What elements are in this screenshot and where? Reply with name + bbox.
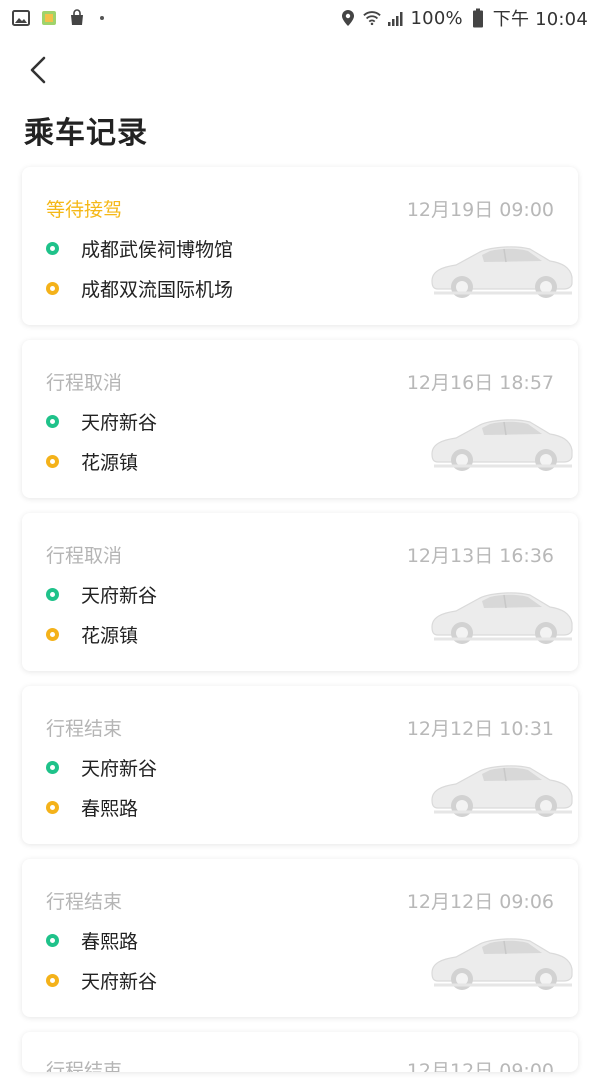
destination-label: 成都双流国际机场 — [81, 279, 234, 301]
ride-time: 12月12日 09:00 — [406, 1060, 554, 1072]
battery-percent: 100% — [410, 7, 463, 29]
car-icon — [431, 246, 573, 298]
ride-status: 行程结束 — [46, 1060, 123, 1072]
ride-card[interactable]: 行程结束 12月12日 09:06 春熙路 天府新谷 — [22, 859, 578, 1017]
car-icon — [431, 938, 573, 990]
status-bar-left — [12, 9, 104, 27]
origin-label: 成都武侯祠博物馆 — [81, 239, 234, 261]
destination-dot-icon — [46, 974, 59, 987]
origin-dot-icon — [46, 588, 59, 601]
destination-label: 天府新谷 — [81, 971, 158, 993]
ride-card[interactable]: 行程取消 12月16日 18:57 天府新谷 花源镇 — [22, 340, 578, 498]
destination-label: 春熙路 — [81, 798, 139, 820]
ride-status: 行程结束 — [46, 718, 123, 740]
chevron-left-icon — [30, 56, 46, 84]
signal-icon — [387, 9, 405, 27]
origin-label: 天府新谷 — [81, 585, 158, 607]
destination-dot-icon — [46, 801, 59, 814]
ride-card[interactable]: 行程取消 12月13日 16:36 天府新谷 花源镇 — [22, 513, 578, 671]
car-icon — [431, 765, 573, 817]
ride-time: 12月16日 18:57 — [406, 372, 554, 394]
ride-status: 行程取消 — [46, 545, 123, 567]
location-icon — [339, 9, 357, 27]
ride-time: 12月12日 10:31 — [406, 718, 554, 740]
destination-row: 春熙路 — [46, 794, 138, 821]
page-title: 乘车记录 — [24, 116, 148, 151]
wifi-icon — [362, 9, 381, 27]
destination-row: 花源镇 — [46, 448, 138, 475]
status-bar-right: 100% 下午 10:04 — [339, 5, 588, 31]
origin-label: 春熙路 — [81, 931, 139, 953]
origin-label: 天府新谷 — [81, 758, 158, 780]
origin-row: 春熙路 — [46, 927, 138, 954]
ride-card[interactable]: 等待接驾 12月19日 09:00 成都武侯祠博物馆 成都双流国际机场 — [22, 167, 578, 325]
ride-time: 12月13日 16:36 — [406, 545, 554, 567]
battery-icon — [469, 8, 487, 28]
car-icon — [431, 419, 573, 471]
image-icon — [12, 9, 30, 27]
ride-time: 12月12日 09:06 — [406, 891, 554, 913]
origin-dot-icon — [46, 242, 59, 255]
car-icon — [431, 592, 573, 644]
ride-time: 12月19日 09:00 — [406, 199, 554, 221]
ride-card[interactable]: 行程结束 12月12日 09:00 — [22, 1032, 578, 1072]
destination-dot-icon — [46, 455, 59, 468]
destination-row: 成都双流国际机场 — [46, 275, 233, 302]
destination-row: 天府新谷 — [46, 967, 157, 994]
ride-status: 等待接驾 — [46, 199, 123, 221]
origin-row: 天府新谷 — [46, 754, 157, 781]
destination-row: 花源镇 — [46, 621, 138, 648]
back-button[interactable] — [20, 52, 56, 88]
ride-status: 行程结束 — [46, 891, 123, 913]
app-icon — [40, 9, 58, 27]
notification-dot — [100, 16, 104, 20]
status-bar: 100% 下午 10:04 — [0, 0, 600, 36]
origin-dot-icon — [46, 934, 59, 947]
origin-row: 成都武侯祠博物馆 — [46, 235, 233, 262]
origin-row: 天府新谷 — [46, 408, 157, 435]
origin-row: 天府新谷 — [46, 581, 157, 608]
ride-list: 等待接驾 12月19日 09:00 成都武侯祠博物馆 成都双流国际机场 行程取消… — [22, 167, 578, 1087]
origin-label: 天府新谷 — [81, 412, 158, 434]
bag-icon — [68, 9, 86, 27]
ride-status: 行程取消 — [46, 372, 123, 394]
destination-dot-icon — [46, 282, 59, 295]
destination-label: 花源镇 — [81, 625, 139, 647]
clock: 下午 10:04 — [492, 9, 588, 30]
destination-dot-icon — [46, 628, 59, 641]
destination-label: 花源镇 — [81, 452, 139, 474]
ride-card[interactable]: 行程结束 12月12日 10:31 天府新谷 春熙路 — [22, 686, 578, 844]
origin-dot-icon — [46, 415, 59, 428]
origin-dot-icon — [46, 761, 59, 774]
